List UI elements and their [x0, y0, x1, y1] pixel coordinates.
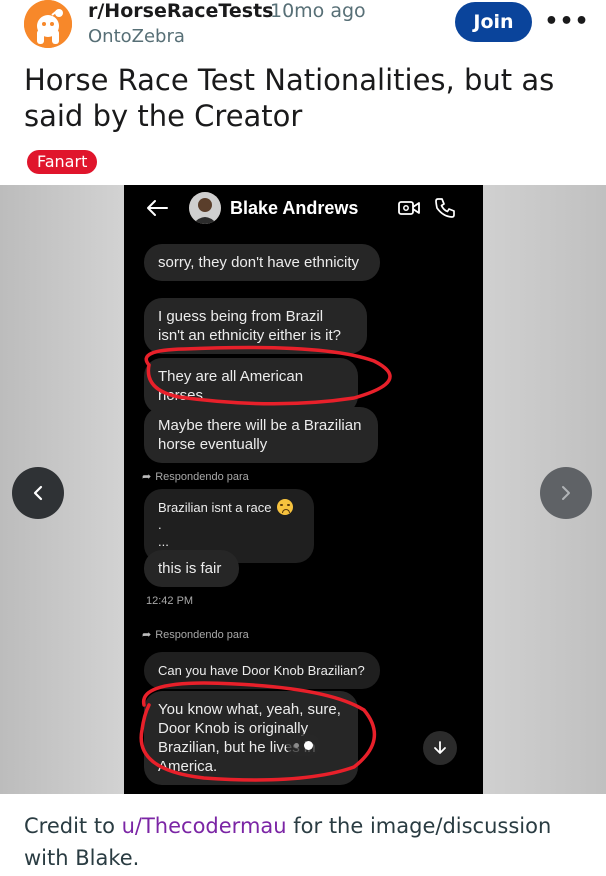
gallery-prev-button[interactable]: [12, 467, 64, 519]
credit-prefix: Credit to: [24, 814, 122, 838]
quoted-text: Brazilian isnt a race: [158, 500, 272, 515]
arrow-down-icon: [434, 741, 446, 754]
reply-indicator: ➦ Respondendo para: [142, 628, 249, 641]
contact-avatar: [189, 192, 221, 224]
chat-message: They are all American horses: [144, 358, 358, 414]
chat-timestamp: 12:42 PM: [146, 595, 194, 607]
chat-message: I guess being from Brazil isn't an ethni…: [144, 298, 367, 354]
contact-photo: [189, 192, 221, 224]
reply-label: Respondendo para: [155, 471, 249, 483]
reply-label: Respondendo para: [155, 629, 249, 641]
gallery-dot-active[interactable]: [303, 740, 313, 750]
reply-arrow-icon: ➦: [142, 629, 152, 641]
reddit-snoo-icon: [24, 0, 72, 48]
subreddit-avatar[interactable]: [24, 0, 72, 48]
post-author[interactable]: OntoZebra: [88, 26, 185, 48]
contact-name: Blake Andrews: [230, 198, 359, 218]
chat-screenshot: Blake Andrews sorry, they don't have eth…: [124, 185, 483, 794]
post-time: 10mo ago: [270, 0, 366, 22]
quoted-message: Can you have Door Knob Brazilian?: [144, 652, 380, 689]
crying-emoji-icon: [277, 499, 294, 515]
reply-arrow-icon: ➦: [142, 471, 152, 483]
image-gallery[interactable]: Blake Andrews sorry, they don't have eth…: [0, 185, 606, 794]
more-icon[interactable]: •••: [544, 6, 588, 36]
chat-message: this is fair: [144, 550, 239, 587]
post-title[interactable]: Horse Race Test Nationalities, but as sa…: [24, 62, 584, 134]
gallery-dots: [286, 734, 320, 756]
chevron-right-icon: [562, 486, 570, 500]
phone-icon: [435, 198, 455, 218]
gallery-dot[interactable]: [293, 742, 299, 748]
scroll-down-button: [423, 731, 457, 765]
quoted-suffix: .: [158, 517, 162, 532]
chat-message: Maybe there will be a Brazilian horse ev…: [144, 407, 378, 463]
join-button[interactable]: Join: [455, 2, 532, 42]
video-call-icon: [398, 201, 420, 215]
chat-message: sorry, they don't have ethnicity: [144, 244, 380, 281]
subreddit-name[interactable]: r/HorseRaceTests: [88, 0, 273, 22]
chat-message: You know what, yeah, sure, Door Knob is …: [144, 691, 358, 785]
chevron-left-icon: [33, 485, 43, 501]
quoted-ellipsis: ...: [158, 534, 169, 549]
post-body: Credit to u/Thecodermau for the image/di…: [24, 810, 584, 874]
post-header: r/HorseRaceTests 10mo ago OntoZebra Join…: [0, 0, 606, 52]
back-arrow-icon: [147, 200, 168, 216]
credited-user-link[interactable]: u/Thecodermau: [122, 814, 287, 838]
post-flair[interactable]: Fanart: [27, 150, 98, 174]
gallery-next-button[interactable]: [540, 467, 592, 519]
reply-indicator: ➦ Respondendo para: [142, 470, 249, 483]
